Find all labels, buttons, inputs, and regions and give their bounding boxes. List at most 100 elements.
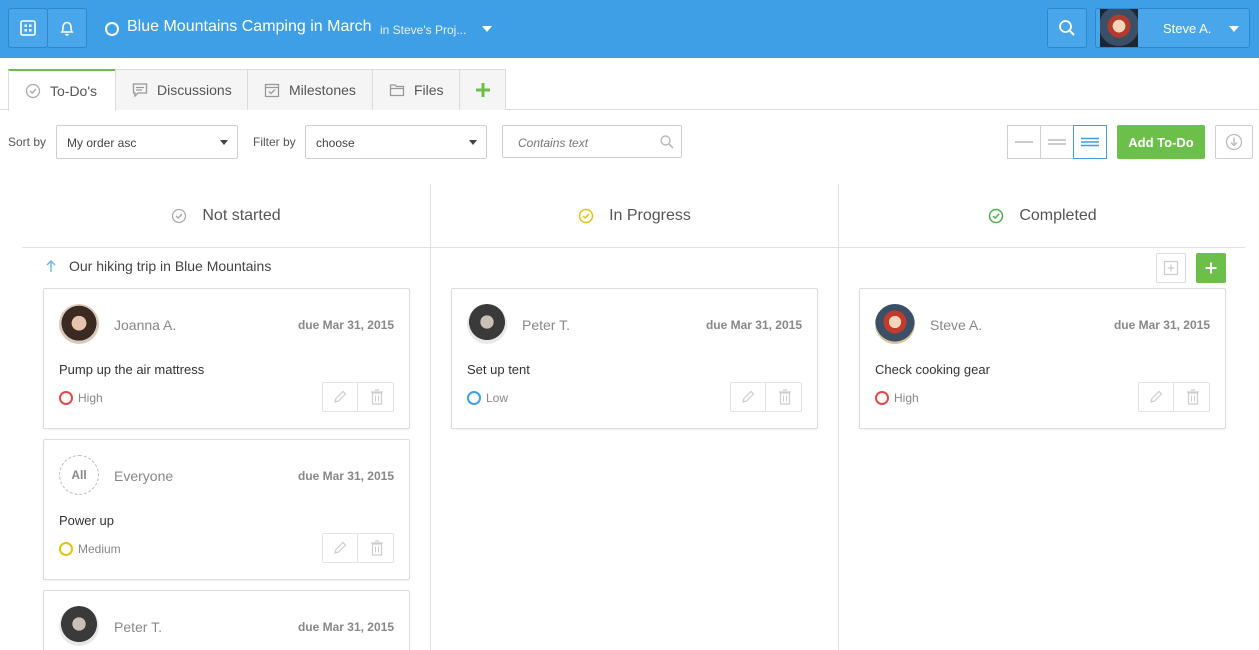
folder-icon	[389, 82, 405, 98]
add-todo-button[interactable]: Add To-Do	[1117, 125, 1205, 159]
plus-icon	[1205, 262, 1217, 274]
column-title: Completed	[1019, 206, 1097, 224]
pencil-icon	[742, 390, 755, 403]
view-compact-button[interactable]	[1007, 125, 1041, 159]
column-header-not-started: Not started	[22, 184, 430, 247]
assignee-name: Steve A.	[930, 317, 983, 333]
search-button[interactable]	[1047, 8, 1087, 48]
triple-line-icon	[1081, 137, 1099, 147]
todo-card[interactable]: Steve A. due Mar 31, 2015 Check cooking …	[859, 288, 1226, 429]
user-menu[interactable]: Steve A.	[1095, 8, 1250, 48]
chat-icon	[132, 82, 148, 98]
project-dropdown-caret-icon[interactable]	[482, 26, 492, 32]
chevron-down-icon	[469, 140, 477, 145]
filter-label: Filter by	[253, 135, 296, 149]
check-circle-icon	[25, 83, 41, 99]
card-actions	[322, 382, 394, 412]
due-date: due Mar 31, 2015	[297, 318, 394, 332]
plus-icon	[475, 83, 490, 97]
delete-button[interactable]	[767, 383, 802, 411]
edit-button[interactable]	[323, 534, 358, 562]
divider	[22, 247, 1245, 248]
priority-label: High	[78, 391, 103, 405]
sort-label: Sort by	[8, 135, 47, 149]
pencil-icon	[1150, 390, 1163, 403]
filter-value: choose	[316, 136, 355, 150]
search-icon	[1059, 20, 1075, 36]
edit-button[interactable]	[323, 383, 358, 411]
search-placeholder: Contains text	[518, 136, 589, 150]
priority-dot-icon	[59, 391, 73, 405]
column-title: In Progress	[609, 206, 691, 224]
todo-title[interactable]: Set up tent	[467, 362, 530, 377]
column-title: Not started	[202, 206, 281, 224]
card-actions	[322, 533, 394, 563]
download-button[interactable]	[1215, 125, 1253, 159]
view-density-toggle	[1007, 125, 1107, 159]
project-title[interactable]: Blue Mountains Camping in March	[127, 18, 372, 36]
filter-select[interactable]: choose	[305, 125, 487, 159]
delete-button[interactable]	[359, 534, 394, 562]
priority-badge: Medium	[59, 542, 121, 556]
todo-card[interactable]: Peter T. due Mar 31, 2015	[43, 590, 410, 650]
priority-dot-icon	[875, 391, 889, 405]
top-bar: Blue Mountains Camping in March in Steve…	[0, 0, 1259, 58]
tab-todos[interactable]: To-Do's	[8, 69, 116, 111]
check-circle-icon	[988, 208, 1004, 224]
tab-milestones[interactable]: Milestones	[247, 69, 373, 110]
assignee-name: Joanna A.	[114, 317, 177, 333]
delete-button[interactable]	[359, 383, 394, 411]
expand-icon	[1163, 260, 1179, 276]
project-subtitle: in Steve's Proj...	[380, 23, 467, 37]
grid-icon	[20, 20, 36, 36]
bell-icon	[60, 21, 74, 36]
assignee-name: Peter T.	[114, 619, 162, 635]
todo-title[interactable]: Check cooking gear	[875, 362, 990, 377]
view-medium-button[interactable]	[1040, 125, 1074, 159]
add-tab-button[interactable]	[459, 69, 506, 110]
priority-label: Low	[486, 391, 509, 405]
priority-badge: High	[59, 391, 103, 405]
chevron-down-icon	[1229, 26, 1239, 32]
card-actions	[1138, 382, 1210, 412]
project-status-circle-icon	[105, 22, 119, 36]
todo-card[interactable]: All Everyone due Mar 31, 2015 Power up M…	[43, 439, 410, 580]
column-header-in-progress: In Progress	[431, 184, 838, 247]
tab-files[interactable]: Files	[372, 69, 460, 110]
search-icon	[659, 134, 675, 155]
due-date: due Mar 31, 2015	[297, 620, 394, 634]
todo-card[interactable]: Joanna A. due Mar 31, 2015 Pump up the a…	[43, 288, 410, 429]
chevron-down-icon	[220, 140, 228, 145]
expand-group-button[interactable]	[1156, 253, 1186, 283]
view-expanded-button[interactable]	[1073, 125, 1107, 159]
trash-icon	[370, 389, 383, 405]
user-name: Steve A.	[1163, 21, 1212, 36]
column-divider	[430, 184, 431, 650]
sort-select[interactable]: My order asc	[56, 125, 238, 159]
column-header-completed: Completed	[839, 184, 1246, 247]
assignee-name: Peter T.	[522, 317, 570, 333]
due-date: due Mar 31, 2015	[1113, 318, 1210, 332]
edit-button[interactable]	[731, 383, 766, 411]
arrow-up-icon[interactable]	[45, 259, 57, 273]
trash-icon	[370, 540, 383, 556]
tab-label: To-Do's	[50, 83, 98, 99]
notifications-button[interactable]	[47, 8, 87, 48]
apps-grid-button[interactable]	[8, 8, 48, 48]
search-input[interactable]: Contains text	[502, 125, 682, 158]
todo-card[interactable]: Peter T. due Mar 31, 2015 Set up tent Lo…	[451, 288, 818, 429]
avatar	[59, 304, 99, 344]
group-title[interactable]: Our hiking trip in Blue Mountains	[45, 258, 271, 274]
add-to-group-button[interactable]	[1196, 253, 1226, 283]
trash-icon	[778, 389, 791, 405]
sort-value: My order asc	[67, 136, 137, 150]
tab-label: Milestones	[289, 82, 356, 98]
todo-title[interactable]: Power up	[59, 513, 114, 528]
todo-title[interactable]: Pump up the air mattress	[59, 362, 204, 377]
delete-button[interactable]	[1175, 383, 1210, 411]
check-circle-icon	[578, 208, 594, 224]
edit-button[interactable]	[1139, 383, 1174, 411]
due-date: due Mar 31, 2015	[297, 469, 394, 483]
due-date: due Mar 31, 2015	[705, 318, 802, 332]
tab-discussions[interactable]: Discussions	[115, 69, 248, 110]
